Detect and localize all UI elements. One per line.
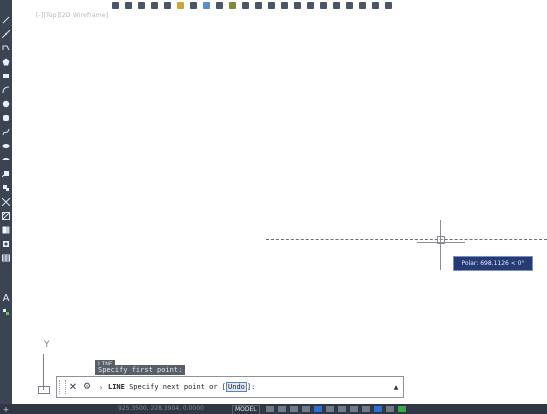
array-icon[interactable] — [346, 1, 353, 9]
object-snap-tracking-icon[interactable] — [326, 406, 334, 412]
save-icon[interactable] — [138, 1, 145, 9]
application-menu-button[interactable] — [0, 0, 12, 10]
construction-line-icon[interactable] — [2, 30, 10, 38]
plot-icon[interactable] — [164, 1, 171, 9]
circle-icon[interactable] — [2, 100, 10, 108]
pickbox-cursor — [437, 236, 445, 244]
ucs-icon: Y — [34, 340, 58, 396]
polar-tracking-line — [266, 239, 547, 240]
ucs-y-axis — [43, 354, 44, 390]
trim-icon[interactable] — [307, 1, 314, 9]
transparency-icon[interactable] — [362, 406, 370, 412]
undo-option[interactable]: Undo — [226, 382, 247, 392]
line-icon[interactable] — [2, 16, 10, 24]
isodraft-icon[interactable] — [314, 406, 322, 412]
command-history-line: Specify first point: — [95, 365, 186, 375]
selection-cycling-icon[interactable] — [374, 406, 382, 412]
lineweight-icon[interactable] — [350, 406, 358, 412]
extend-icon[interactable] — [320, 1, 327, 9]
hatch-icon[interactable] — [2, 212, 10, 220]
polyline-icon[interactable] — [2, 44, 10, 52]
close-icon[interactable]: ✕ — [66, 380, 80, 394]
new-icon[interactable] — [112, 1, 119, 9]
command-line-grip[interactable] — [59, 380, 66, 394]
command-prompt-suffix: ]: — [246, 383, 256, 391]
multiline-text-icon[interactable]: A — [1, 294, 11, 304]
save-as-icon[interactable] — [151, 1, 158, 9]
add-layout-icon[interactable]: + — [0, 405, 12, 414]
offset-icon[interactable] — [359, 1, 366, 9]
autocad-window: [-][Top][2D Wireframe] A Polar: 698.1126… — [0, 0, 547, 414]
command-history: LINE Specify first point: — [95, 351, 186, 375]
workspace-icon[interactable] — [398, 406, 406, 412]
make-block-icon[interactable] — [2, 184, 10, 192]
grid-icon[interactable] — [266, 406, 274, 412]
scale-icon[interactable] — [294, 1, 301, 9]
ellipse-arc-icon[interactable] — [2, 156, 10, 164]
arc-icon[interactable] — [2, 86, 10, 94]
crosshair-cursor-vertical — [440, 220, 441, 270]
annotation-scale-icon[interactable] — [386, 406, 394, 412]
command-prompt: Specify next point or [ — [124, 383, 227, 391]
copy-icon[interactable] — [255, 1, 262, 9]
gradient-icon[interactable] — [2, 226, 10, 234]
mirror-icon[interactable] — [281, 1, 288, 9]
command-prompt-text[interactable]: LINE Specify next point or [Undo]: — [108, 382, 389, 392]
command-line[interactable]: ✕ ⚙ › LINE Specify next point or [Undo]:… — [56, 376, 404, 398]
drafting-settings — [266, 405, 406, 413]
spline-icon[interactable] — [2, 128, 10, 136]
move-icon[interactable] — [242, 1, 249, 9]
draw-toolbar: A — [0, 10, 12, 404]
polygon-icon[interactable] — [2, 58, 10, 66]
explode-icon[interactable] — [372, 1, 379, 9]
polar-icon[interactable] — [302, 406, 310, 412]
polar-tracking-tooltip: Polar: 698.1126 < 0° — [453, 256, 533, 271]
region-icon[interactable] — [2, 240, 10, 248]
snap-icon[interactable] — [278, 406, 286, 412]
insert-block-icon[interactable] — [2, 170, 10, 178]
viewport-controls[interactable]: [-][Top][2D Wireframe] — [36, 12, 108, 19]
command-name: LINE — [108, 383, 125, 391]
command-prompt-icon: › — [99, 382, 103, 392]
layer-icon[interactable] — [203, 1, 210, 9]
match-properties-icon[interactable] — [229, 1, 236, 9]
object-snap-icon[interactable] — [338, 406, 346, 412]
coordinate-readout[interactable]: 925.3500, 228.3904, 0.0000 — [118, 404, 204, 414]
point-icon[interactable] — [2, 198, 10, 206]
table-icon[interactable] — [2, 254, 10, 262]
ucs-y-label: Y — [44, 340, 50, 350]
chevron-up-icon[interactable]: ▲ — [389, 384, 403, 391]
erase-icon[interactable] — [385, 1, 392, 9]
customize-icon[interactable]: ⚙ — [80, 380, 94, 394]
open-icon[interactable] — [125, 1, 132, 9]
status-bar: + 925.3500, 228.3904, 0.0000 MODEL — [0, 404, 547, 414]
redo-icon[interactable] — [190, 1, 197, 9]
ucs-origin-box — [38, 386, 50, 394]
rectangle-icon[interactable] — [2, 72, 10, 80]
rotate-icon[interactable] — [268, 1, 275, 9]
add-selected-icon[interactable] — [2, 308, 10, 316]
fillet-icon[interactable] — [333, 1, 340, 9]
ortho-icon[interactable] — [290, 406, 298, 412]
properties-icon[interactable] — [216, 1, 223, 9]
undo-icon[interactable] — [177, 1, 184, 9]
model-space-button[interactable]: MODEL — [232, 405, 260, 414]
revision-cloud-icon[interactable] — [2, 114, 10, 122]
ellipse-icon[interactable] — [2, 142, 10, 150]
quick-access-toolbar — [0, 0, 547, 10]
